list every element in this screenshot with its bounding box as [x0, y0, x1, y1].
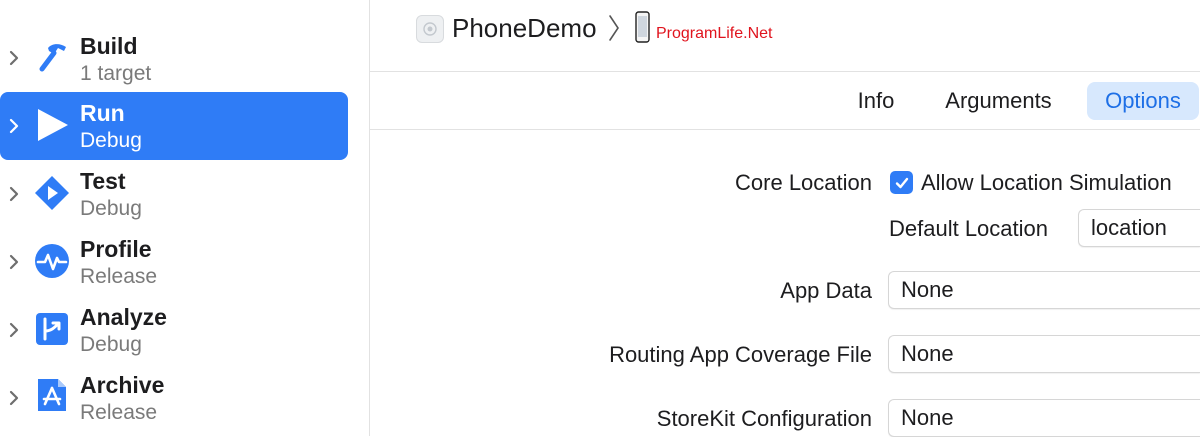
project-icon — [416, 15, 444, 43]
action-subtitle: Debug — [80, 197, 142, 220]
tab-info[interactable]: Info — [842, 82, 910, 120]
analyze-icon — [33, 310, 71, 348]
tab-bar: Info Arguments Options — [370, 72, 1200, 130]
hammer-icon — [33, 38, 71, 76]
action-title: Profile — [80, 236, 152, 262]
sidebar-item-profile[interactable]: Profile Release — [0, 228, 348, 296]
waveform-icon — [33, 242, 71, 280]
sidebar-item-analyze[interactable]: Analyze Debug — [0, 296, 348, 364]
default-location-label: Default Location — [889, 216, 1048, 241]
default-location-select[interactable]: location — [1078, 209, 1200, 247]
app-data-label: App Data — [780, 278, 872, 303]
chevron-right-icon[interactable] — [6, 228, 22, 296]
routing-coverage-select[interactable]: None — [888, 335, 1200, 373]
action-title: Test — [80, 168, 126, 194]
sidebar-item-archive[interactable]: Archive Release — [0, 364, 348, 432]
allow-location-simulation-label[interactable]: Allow Location Simulation — [921, 170, 1172, 196]
chevron-right-icon[interactable] — [6, 364, 22, 432]
tab-options[interactable]: Options — [1087, 82, 1199, 120]
sidebar-item-run[interactable]: Run Debug — [0, 92, 348, 160]
test-diamond-icon — [33, 174, 71, 212]
scheme-name[interactable]: PhoneDemo — [452, 13, 597, 44]
action-title: Run — [80, 100, 125, 126]
sidebar-item-test[interactable]: Test Debug — [0, 160, 348, 228]
action-subtitle: Release — [80, 401, 158, 424]
breadcrumb-separator-icon — [609, 15, 619, 41]
action-title: Archive — [80, 372, 165, 398]
chevron-right-icon[interactable] — [6, 160, 22, 228]
play-icon — [33, 106, 71, 144]
app-data-select[interactable]: None — [888, 271, 1200, 309]
action-subtitle: Release — [80, 265, 158, 288]
core-location-label: Core Location — [735, 170, 872, 195]
checkmark-icon — [895, 177, 908, 188]
scheme-header: PhoneDemo ProgramLife.Net — [370, 0, 1200, 72]
storekit-configuration-label: StoreKit Configuration — [656, 406, 872, 431]
tab-arguments[interactable]: Arguments — [930, 82, 1067, 120]
watermark-text: ProgramLife.Net — [656, 25, 773, 42]
routing-coverage-label: Routing App Coverage File — [609, 342, 872, 367]
storekit-configuration-select[interactable]: None — [888, 399, 1200, 437]
app-store-icon — [33, 376, 71, 414]
iphone-device-icon[interactable] — [635, 11, 650, 43]
action-subtitle: Debug — [80, 129, 142, 152]
action-subtitle: 1 target — [80, 62, 152, 85]
chevron-right-icon[interactable] — [6, 92, 22, 160]
allow-location-simulation-checkbox[interactable] — [890, 171, 913, 194]
chevron-right-icon[interactable] — [6, 296, 22, 364]
scheme-actions-sidebar: Build 1 target Run Debug Test Debug Prof… — [0, 0, 370, 436]
action-title: Analyze — [80, 304, 167, 330]
action-subtitle: Debug — [80, 333, 142, 356]
sidebar-item-build[interactable]: Build 1 target — [0, 24, 348, 92]
chevron-right-icon[interactable] — [6, 24, 22, 92]
action-title: Build — [80, 33, 138, 59]
